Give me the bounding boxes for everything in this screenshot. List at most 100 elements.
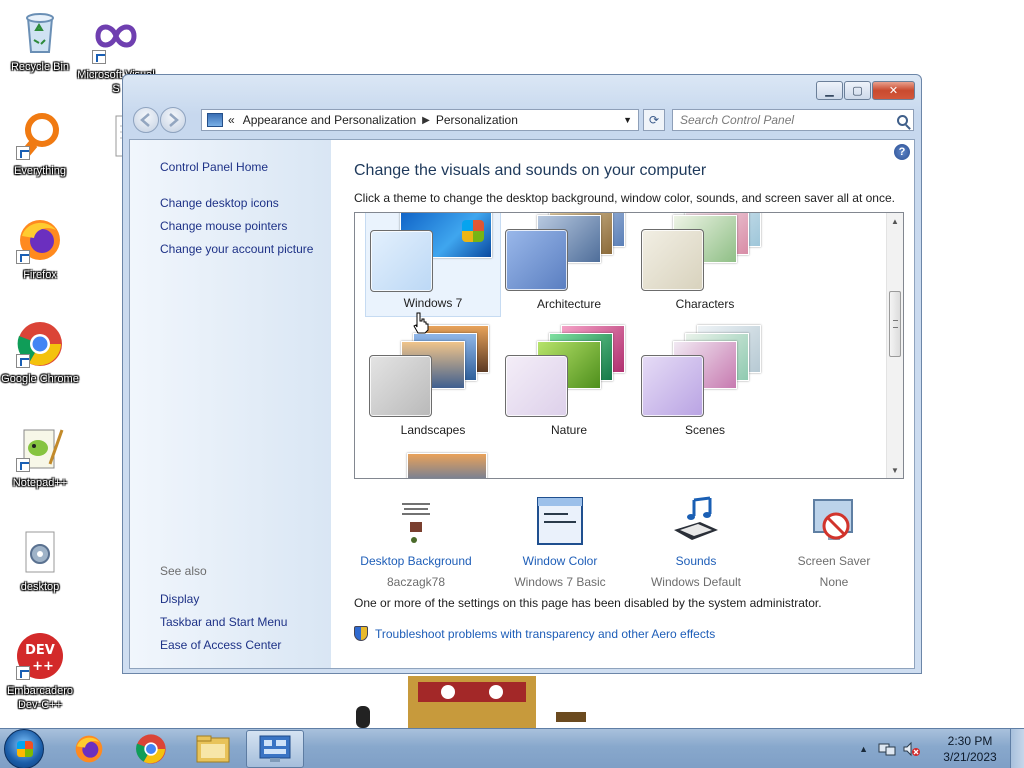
theme-architecture[interactable]: Architecture <box>501 213 637 317</box>
change-account-picture-link[interactable]: Change your account picture <box>160 242 313 256</box>
main-pane: ? Change the visuals and sounds on your … <box>354 140 914 668</box>
taskbar-start-menu-link[interactable]: Taskbar and Start Menu <box>160 615 287 629</box>
theme-color-swatch <box>369 355 432 417</box>
windows-logo-icon <box>17 741 33 757</box>
taskbar-file-explorer[interactable] <box>184 730 242 768</box>
clock-date: 3/21/2023 <box>943 750 997 764</box>
navigation-bar: « Appearance and Personalization ▶ Perso… <box>129 105 915 135</box>
maximize-button[interactable]: ▢ <box>844 81 871 100</box>
shortcut-arrow-icon <box>16 354 30 368</box>
address-bar[interactable]: « Appearance and Personalization ▶ Perso… <box>201 109 639 131</box>
file-explorer-icon <box>196 735 230 763</box>
desktop-icon-desktop[interactable]: desktop <box>0 528 80 594</box>
clock[interactable]: 2:30 PM 3/21/2023 <box>930 733 1010 765</box>
firefox-icon <box>16 216 64 264</box>
recycle-bin-icon <box>16 8 64 56</box>
page-title: Change the visuals and sounds on your co… <box>354 162 707 179</box>
desktop-icon-firefox[interactable]: Firefox <box>0 216 80 282</box>
theme-windows-7[interactable]: Windows 7 <box>365 213 501 317</box>
theme-name: Characters <box>675 297 735 311</box>
wallpaper-image <box>356 676 588 728</box>
window-color-link[interactable]: Window Color <box>492 554 628 568</box>
desktop-icon-recycle-bin[interactable]: Recycle Bin <box>0 8 80 74</box>
uac-shield-icon <box>354 626 368 641</box>
desktop-icon-label: Notepad++ <box>12 477 68 489</box>
close-button[interactable]: ✕ <box>872 81 915 100</box>
theme-characters[interactable]: Characters <box>637 213 773 317</box>
breadcrumb-overflow[interactable]: « <box>228 113 235 127</box>
network-icon[interactable] <box>878 741 896 757</box>
refresh-icon: ⟳ <box>648 113 660 127</box>
scrollbar-thumb[interactable] <box>889 291 901 357</box>
back-button[interactable] <box>133 107 159 133</box>
minimize-button[interactable]: ▁ <box>816 81 843 100</box>
firefox-icon <box>75 735 103 763</box>
desktop-icon-everything[interactable]: Everything <box>0 112 80 178</box>
display-link[interactable]: Display <box>160 592 199 606</box>
hand-cursor-icon <box>413 312 429 334</box>
theme-name: Windows 7 <box>403 296 463 310</box>
breadcrumb-separator-icon[interactable]: ▶ <box>422 115 430 126</box>
search-box[interactable]: Search Control Panel <box>672 109 914 131</box>
taskbar-chrome[interactable] <box>122 730 180 768</box>
everything-search-icon <box>16 112 64 160</box>
theme-color-swatch <box>505 355 568 417</box>
theme-gallery-scrollbar[interactable]: ▲ ▼ <box>886 213 903 478</box>
desktop-icon-label: Firefox <box>23 269 57 281</box>
screen-saver-option: Screen Saver None <box>766 496 902 589</box>
desktop-background-link[interactable]: Desktop Background <box>348 554 484 568</box>
desktop-icon-dev-cpp[interactable]: DEV ++ Embarcadero Dev-C++ <box>0 632 80 712</box>
desktop-icon-label: Google Chrome <box>1 373 79 385</box>
theme-name: Scenes <box>684 423 726 437</box>
breadcrumb-personalization[interactable]: Personalization <box>436 113 518 127</box>
desktop-icon-label: Recycle Bin <box>10 61 70 73</box>
scroll-down-arrow-icon[interactable]: ▼ <box>887 462 903 478</box>
refresh-button[interactable]: ⟳ <box>643 109 665 131</box>
volume-muted-icon[interactable] <box>902 741 920 757</box>
sounds-option[interactable]: Sounds Windows Default <box>628 496 764 589</box>
troubleshoot-aero-link[interactable]: Troubleshoot problems with transparency … <box>354 626 715 641</box>
window-color-option[interactable]: Window Color Windows 7 Basic <box>492 496 628 589</box>
back-arrow-icon <box>140 113 150 127</box>
desktop-icon-google-chrome[interactable]: Google Chrome <box>0 320 80 386</box>
theme-name: Architecture <box>536 297 602 311</box>
notepad-plus-plus-icon <box>16 424 64 472</box>
change-mouse-pointers-link[interactable]: Change mouse pointers <box>160 219 287 233</box>
help-icon[interactable]: ? <box>894 144 910 160</box>
search-icon[interactable] <box>897 114 908 126</box>
theme-color-swatch <box>370 230 433 292</box>
taskbar-firefox[interactable] <box>60 730 118 768</box>
shortcut-arrow-icon <box>16 458 30 472</box>
show-desktop-button[interactable] <box>1010 729 1024 768</box>
show-hidden-icons-icon[interactable]: ▲ <box>859 744 868 754</box>
change-desktop-icons-link[interactable]: Change desktop icons <box>160 196 279 210</box>
theme-gallery[interactable]: Windows 7 Architecture Characters Landsc… <box>354 212 904 479</box>
theme-nature[interactable]: Nature <box>501 325 637 443</box>
forward-button[interactable] <box>160 107 186 133</box>
admin-disabled-notice: One or more of the settings on this page… <box>354 596 822 610</box>
desktop-background-option[interactable]: Desktop Background 8aczagk78 <box>348 496 484 589</box>
scroll-up-arrow-icon[interactable]: ▲ <box>887 213 903 229</box>
address-dropdown-icon[interactable]: ▼ <box>623 115 632 125</box>
start-button[interactable] <box>4 729 44 768</box>
shortcut-arrow-icon <box>16 250 30 264</box>
shortcut-arrow-icon <box>16 666 30 680</box>
ease-of-access-center-link[interactable]: Ease of Access Center <box>160 638 281 652</box>
control-panel-home-link[interactable]: Control Panel Home <box>160 160 268 174</box>
desktop-icon-label: Everything <box>14 165 66 177</box>
task-pane: Control Panel Home Change desktop icons … <box>130 140 331 668</box>
shortcut-arrow-icon <box>92 50 106 64</box>
search-input[interactable]: Search Control Panel <box>680 113 794 127</box>
breadcrumb-appearance-and-personalization[interactable]: Appearance and Personalization <box>243 113 416 127</box>
shortcut-arrow-icon <box>16 146 30 160</box>
clock-time: 2:30 PM <box>947 734 993 748</box>
theme-landscapes[interactable]: Landscapes <box>365 325 501 443</box>
desktop-icon-notepad-plus-plus[interactable]: Notepad++ <box>0 424 80 490</box>
desktop-icon-label: desktop <box>20 581 60 593</box>
system-tray: ▲ 2:30 PM 3/21/2023 <box>859 729 1024 768</box>
theme-scenes[interactable]: Scenes <box>637 325 773 443</box>
svg-text:++: ++ <box>32 659 54 674</box>
sounds-link[interactable]: Sounds <box>628 554 764 568</box>
taskbar-control-panel[interactable] <box>246 730 304 768</box>
taskbar: ▲ 2:30 PM 3/21/2023 <box>0 728 1024 768</box>
